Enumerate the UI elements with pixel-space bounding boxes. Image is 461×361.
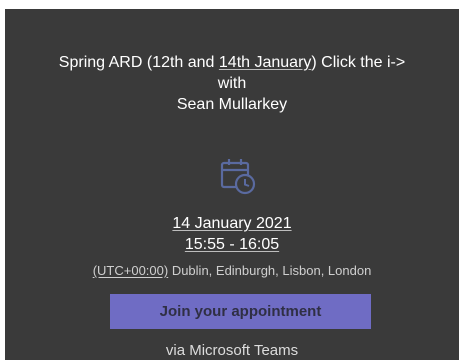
- date-text[interactable]: 14 January 2021: [172, 215, 291, 232]
- time-text[interactable]: 15:55 - 16:05: [185, 236, 279, 253]
- with-label: with: [217, 75, 247, 92]
- appointment-card: Spring ARD (12th and 14th January) Click…: [5, 9, 459, 360]
- timezone: (UTC+00:00) Dublin, Edinburgh, Lisbon, L…: [5, 262, 459, 280]
- title-text-end: ) Click the i->: [311, 54, 406, 71]
- appointment-date: 14 January 2021: [5, 214, 459, 234]
- join-appointment-button[interactable]: Join your appointment: [110, 294, 371, 329]
- timezone-name: Dublin, Edinburgh, Lisbon, London: [168, 263, 372, 278]
- meeting-title: Spring ARD (12th and 14th January) Click…: [5, 52, 459, 115]
- organizer-name: Sean Mullarkey: [176, 96, 288, 113]
- calendar-clock-icon: [220, 159, 256, 195]
- page: Spring ARD (12th and 14th January) Click…: [0, 0, 461, 360]
- title-text-start: Spring ARD (12th and: [58, 54, 219, 71]
- timezone-offset[interactable]: (UTC+00:00): [93, 263, 169, 278]
- title-date-link[interactable]: 14th January: [219, 54, 312, 71]
- appointment-time: 15:55 - 16:05: [5, 235, 459, 255]
- title-line: Spring ARD (12th and 14th January) Click…: [5, 52, 459, 73]
- via-teams-label: via Microsoft Teams: [165, 342, 299, 359]
